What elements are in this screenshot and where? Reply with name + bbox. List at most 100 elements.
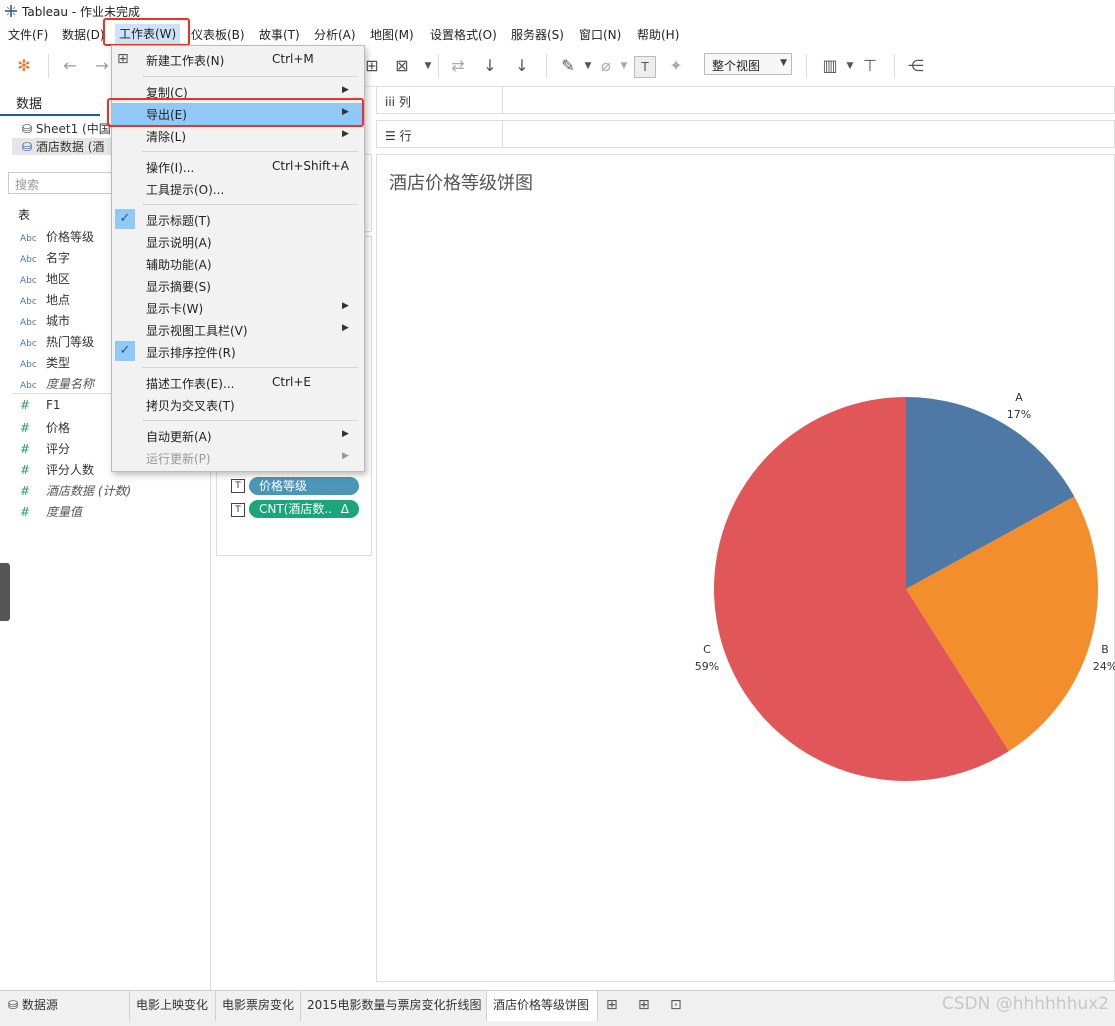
field-label: 地点 <box>46 293 71 307</box>
menu-server[interactable]: 服务器(S) <box>511 26 564 43</box>
data-tab[interactable]: 数据 <box>16 93 42 112</box>
table-header: 表 <box>18 208 31 222</box>
sort-descending-icon[interactable]: ↓ <box>512 56 532 76</box>
highlight-box-worksheet-menu <box>103 18 190 46</box>
menu-item-actions[interactable]: 操作(I)... Ctrl+Shift+A <box>112 156 362 178</box>
field-measure[interactable]: # 评分 <box>20 440 70 457</box>
tab-sheet-active[interactable]: 酒店价格等级饼图 <box>487 991 598 1021</box>
field-dimension[interactable]: Abc 城市 <box>20 312 70 329</box>
new-worksheet-icon[interactable]: ⊞ <box>606 997 618 1013</box>
columns-shelf[interactable]: iii 列 <box>376 86 1115 114</box>
field-measure[interactable]: # 酒店数据 (计数) <box>20 482 131 499</box>
marks-pill-price-level[interactable]: 价格等级 <box>249 477 359 495</box>
marks-pill-count[interactable]: CNT(酒店数.. Δ <box>249 500 359 518</box>
check-icon: ✓ <box>115 341 135 361</box>
field-measure[interactable]: # 度量值 <box>20 503 82 520</box>
menu-format[interactable]: 设置格式(O) <box>430 26 497 43</box>
view-fit-select[interactable]: 整个视图 ▼ <box>704 53 792 75</box>
menu-analysis[interactable]: 分析(A) <box>314 26 356 43</box>
pie-label-percent: 24% <box>1093 660 1115 673</box>
pill-label: 价格等级 <box>259 479 308 493</box>
database-icon: ⛁ <box>8 998 19 1012</box>
menu-item-copy-crosstab[interactable]: 拷贝为交叉表(T) <box>112 394 362 416</box>
side-panel-handle[interactable] <box>0 563 10 621</box>
show-me-icon[interactable]: ▥ <box>820 56 840 76</box>
menu-item-show-summary[interactable]: 显示摘要(S) <box>112 275 362 297</box>
field-dimension[interactable]: Abc 度量名称 <box>20 375 94 392</box>
menu-item-auto-update[interactable]: 自动更新(A) ▶ <box>112 425 362 447</box>
field-dimension[interactable]: Abc 地区 <box>20 270 70 287</box>
duplicate-sheet-icon[interactable]: ⊞ <box>362 56 382 76</box>
field-dimension[interactable]: Abc 热门等级 <box>20 333 94 350</box>
datasource-label: 酒店数据 (酒 <box>35 140 105 154</box>
share-icon[interactable]: ⋲ <box>906 56 926 76</box>
field-measure[interactable]: # 评分人数 <box>20 461 94 478</box>
field-dimension[interactable]: Abc 价格等级 <box>20 228 94 245</box>
clear-sheet-dropdown-icon[interactable]: ▼ <box>418 56 438 76</box>
back-icon[interactable]: ← <box>60 56 80 76</box>
menu-dashboard[interactable]: 仪表板(B) <box>191 26 245 43</box>
pill-label: CNT(酒店数.. <box>259 502 332 516</box>
field-dimension[interactable]: Abc 地点 <box>20 291 70 308</box>
field-dimension[interactable]: Abc 名字 <box>20 249 70 266</box>
field-measure[interactable]: # 价格 <box>20 419 70 436</box>
tab-sheet[interactable]: 电影上映变化 <box>130 991 216 1021</box>
datasource-item[interactable]: ⛁ Sheet1 (中国 <box>22 120 111 137</box>
menu-map[interactable]: 地图(M) <box>370 26 414 43</box>
tab-datasource[interactable]: ⛁ 数据源 <box>0 991 130 1021</box>
database-connected-icon: ⛁ <box>22 140 33 154</box>
menu-item-show-title[interactable]: ✓ 显示标题(T) <box>112 209 362 231</box>
menu-item-show-cards[interactable]: 显示卡(W) ▶ <box>112 297 362 319</box>
toolbar-separator <box>894 54 895 78</box>
new-dashboard-icon[interactable]: ⊞ <box>638 997 650 1013</box>
toolbar-separator <box>546 54 547 78</box>
shelf-divider <box>502 121 503 147</box>
menu-item-clear[interactable]: 清除(L) ▶ <box>112 125 362 147</box>
worksheet-view: 酒店价格等级饼图 A 17% B 24% C 59% <box>376 154 1115 982</box>
tableau-home-icon[interactable]: ✻ <box>14 56 34 76</box>
columns-shelf-label: iii 列 <box>385 95 411 109</box>
string-type-icon: Abc <box>20 339 37 349</box>
presentation-icon[interactable]: ⊤ <box>860 56 880 76</box>
highlight-icon[interactable]: ✎ <box>558 56 578 76</box>
highlight-dropdown-icon[interactable]: ▼ <box>578 56 598 76</box>
tab-sheet[interactable]: 2015电影数量与票房变化折线图 <box>301 991 487 1021</box>
string-type-icon: Abc <box>20 381 37 391</box>
menu-file[interactable]: 文件(F) <box>8 26 48 43</box>
number-type-icon: # <box>20 463 31 477</box>
clear-sheet-icon[interactable]: ⊠ <box>392 56 412 76</box>
datasource-label: Sheet1 (中国 <box>35 122 111 136</box>
field-label: 评分 <box>46 442 71 456</box>
sort-ascending-icon[interactable]: ↓ <box>480 56 500 76</box>
view-fit-value: 整个视图 <box>712 59 761 73</box>
search-input[interactable]: 搜索 <box>8 172 118 194</box>
menu-story[interactable]: 故事(T) <box>259 26 300 43</box>
menu-item-accessibility[interactable]: 辅助功能(A) <box>112 253 362 275</box>
pin-icon[interactable]: ✦ <box>666 56 686 76</box>
menu-item-describe-sheet[interactable]: 描述工作表(E)... Ctrl+E <box>112 372 362 394</box>
new-story-icon[interactable]: ⊡ <box>670 997 682 1013</box>
field-measure[interactable]: # F1 <box>20 398 61 412</box>
menu-data[interactable]: 数据(D) <box>62 26 105 43</box>
swap-icon[interactable]: ⇄ <box>448 56 468 76</box>
field-dimension[interactable]: Abc 类型 <box>20 354 70 371</box>
string-type-icon: Abc <box>20 360 37 370</box>
menu-window[interactable]: 窗口(N) <box>579 26 621 43</box>
rows-shelf[interactable]: ☰ 行 <box>376 120 1115 148</box>
field-label: 评分人数 <box>46 463 95 477</box>
menu-item-tooltip[interactable]: 工具提示(O)... <box>112 178 362 200</box>
menu-help[interactable]: 帮助(H) <box>637 26 679 43</box>
sheet-tab-bar: ⛁ 数据源 电影上映变化 电影票房变化 2015电影数量与票房变化折线图 酒店价… <box>0 990 1115 1026</box>
menu-item-show-caption[interactable]: 显示说明(A) <box>112 231 362 253</box>
menu-item-show-view-toolbar[interactable]: 显示视图工具栏(V) ▶ <box>112 319 362 341</box>
tab-sheet[interactable]: 电影票房变化 <box>216 991 301 1021</box>
field-label: 度量值 <box>46 505 83 519</box>
menu-item-new-worksheet[interactable]: 新建工作表(N) Ctrl+M <box>112 49 362 71</box>
menu-separator <box>142 151 358 152</box>
group-dropdown-icon[interactable]: ▼ <box>614 56 634 76</box>
show-me-dropdown-icon[interactable]: ▼ <box>840 56 860 76</box>
forward-icon[interactable]: → <box>92 56 112 76</box>
menu-item-show-sort-controls[interactable]: ✓ 显示排序控件(R) <box>112 341 362 363</box>
group-icon[interactable]: ⌀ <box>596 56 616 76</box>
show-labels-icon[interactable]: T <box>634 56 656 78</box>
